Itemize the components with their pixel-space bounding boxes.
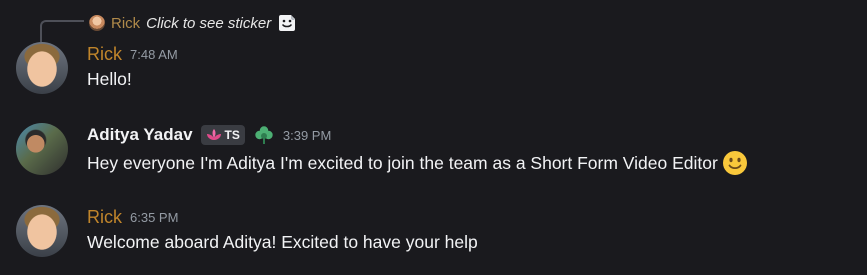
clover-icon: [255, 126, 273, 144]
guild-tag[interactable]: TS: [200, 125, 245, 145]
author-name[interactable]: Rick: [87, 207, 122, 228]
reply-author[interactable]: Rick: [111, 15, 140, 32]
timestamp: 6:35 PM: [130, 209, 179, 225]
guild-tag-text: TS: [224, 128, 240, 142]
timestamp: 3:39 PM: [282, 127, 332, 143]
reply-text[interactable]: Click to see sticker: [146, 15, 271, 32]
message-header: Rick 6:35 PM: [87, 205, 178, 229]
author-name[interactable]: Aditya Yadav: [87, 125, 193, 145]
avatar[interactable]: [16, 123, 68, 175]
reply-avatar[interactable]: [89, 15, 105, 31]
message-header: Aditya Yadav TS 3:39 PM: [87, 123, 331, 147]
message-header: Rick 7:48 AM: [87, 42, 178, 66]
message-content: Welcome aboard Aditya! Excited to have y…: [87, 232, 478, 253]
message-text: Hey everyone I'm Aditya I'm excited to j…: [87, 152, 718, 173]
timestamp: 7:48 AM: [130, 46, 178, 62]
slightly-smiling-face-icon[interactable]: [722, 150, 748, 176]
message-text: Hello!: [87, 69, 132, 89]
reply-connector-line: [40, 20, 84, 42]
sticker-icon: [279, 15, 296, 31]
author-name[interactable]: Rick: [87, 44, 122, 65]
message-content: Hey everyone I'm Aditya I'm excited to j…: [87, 150, 748, 176]
reply-preview[interactable]: Rick Click to see sticker: [89, 12, 297, 34]
avatar[interactable]: [16, 42, 68, 94]
avatar[interactable]: [16, 205, 68, 257]
message-text: Welcome aboard Aditya! Excited to have y…: [87, 232, 478, 252]
message-content: Hello!: [87, 69, 132, 90]
lotus-icon: [206, 129, 221, 140]
